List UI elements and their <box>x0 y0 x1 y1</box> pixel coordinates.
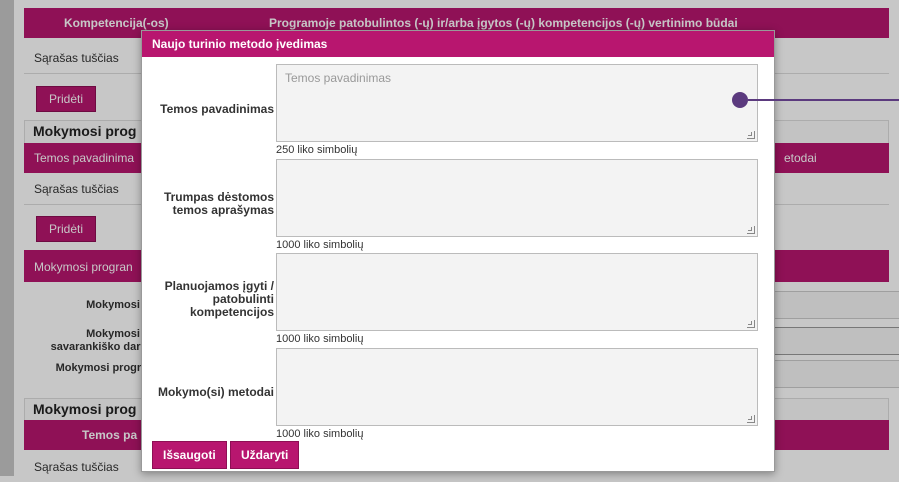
dialog-title: Naujo turinio metodo įvedimas <box>152 37 328 51</box>
char-counter: 1000 liko simbolių <box>276 239 364 251</box>
teaching-methods-textarea[interactable] <box>276 348 758 426</box>
resize-handle-icon[interactable] <box>747 226 755 234</box>
resize-handle-icon[interactable] <box>747 415 755 423</box>
dialog-header: Naujo turinio metodo įvedimas <box>142 31 774 57</box>
annotation-pointer-line <box>748 99 899 101</box>
topic-name-textarea[interactable]: Temos pavadinimas <box>276 64 758 142</box>
char-counter: 1000 liko simbolių <box>276 333 364 345</box>
topic-name-placeholder: Temos pavadinimas <box>285 71 392 85</box>
new-content-method-dialog: Naujo turinio metodo įvedimas Temos pava… <box>141 30 775 472</box>
char-counter: 250 liko simbolių <box>276 144 358 156</box>
competencies-label: Planuojamos įgyti / patobulinti kompeten… <box>164 279 274 319</box>
save-button[interactable]: Išsaugoti <box>152 441 227 469</box>
teaching-methods-label: Mokymo(si) metodai <box>157 385 274 399</box>
annotation-pointer-icon <box>732 92 748 108</box>
topic-name-label: Temos pavadinimas <box>160 102 274 116</box>
char-counter: 1000 liko simbolių <box>276 428 364 440</box>
topic-description-label: Trumpas dėstomos temos aprašymas <box>163 190 274 217</box>
topic-description-textarea[interactable] <box>276 159 758 237</box>
competencies-textarea[interactable] <box>276 253 758 331</box>
resize-handle-icon[interactable] <box>747 320 755 328</box>
close-button[interactable]: Uždaryti <box>230 441 300 469</box>
resize-handle-icon[interactable] <box>747 131 755 139</box>
